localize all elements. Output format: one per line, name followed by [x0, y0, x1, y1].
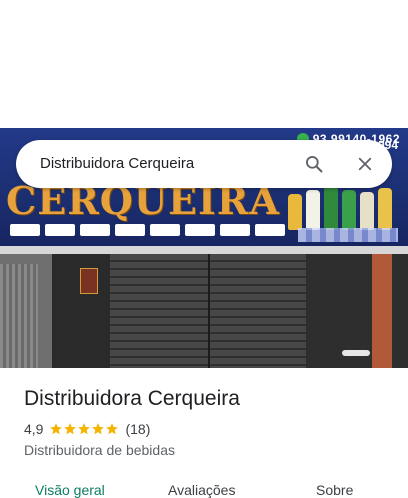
- star-icon: [92, 423, 105, 435]
- search-icon[interactable]: [302, 152, 326, 176]
- search-input[interactable]: Distribuidora Cerqueira: [40, 155, 194, 172]
- brick-column: [372, 254, 392, 368]
- rating-value: 4,9: [24, 421, 44, 437]
- star-icon: [50, 423, 63, 435]
- sink: [342, 350, 370, 356]
- rating-row[interactable]: 4,9 (18): [24, 421, 150, 437]
- awning: [0, 246, 408, 254]
- review-count[interactable]: (18): [125, 421, 150, 437]
- sign-bottles: [288, 186, 392, 230]
- search-bar[interactable]: Distribuidora Cerqueira: [16, 140, 392, 188]
- star-icon: [64, 423, 77, 435]
- tab-reviews[interactable]: Avaliações: [168, 482, 235, 498]
- star-icon: [106, 423, 119, 435]
- sign-brand-logos: [10, 224, 285, 236]
- tab-overview[interactable]: Visão geral: [35, 482, 105, 498]
- tab-about[interactable]: Sobre: [316, 482, 353, 498]
- place-category: Distribuidora de bebidas: [24, 442, 175, 458]
- rating-stars: [49, 422, 119, 436]
- sign-ice: [298, 228, 398, 242]
- place-tabs: Visão geral Avaliações Sobre: [0, 478, 408, 498]
- place-title: Distribuidora Cerqueira: [24, 387, 240, 410]
- door-left: [0, 264, 38, 368]
- shutter-divider: [208, 254, 210, 368]
- star-icon: [78, 423, 91, 435]
- electric-panel: [80, 268, 98, 294]
- close-icon[interactable]: [353, 152, 377, 176]
